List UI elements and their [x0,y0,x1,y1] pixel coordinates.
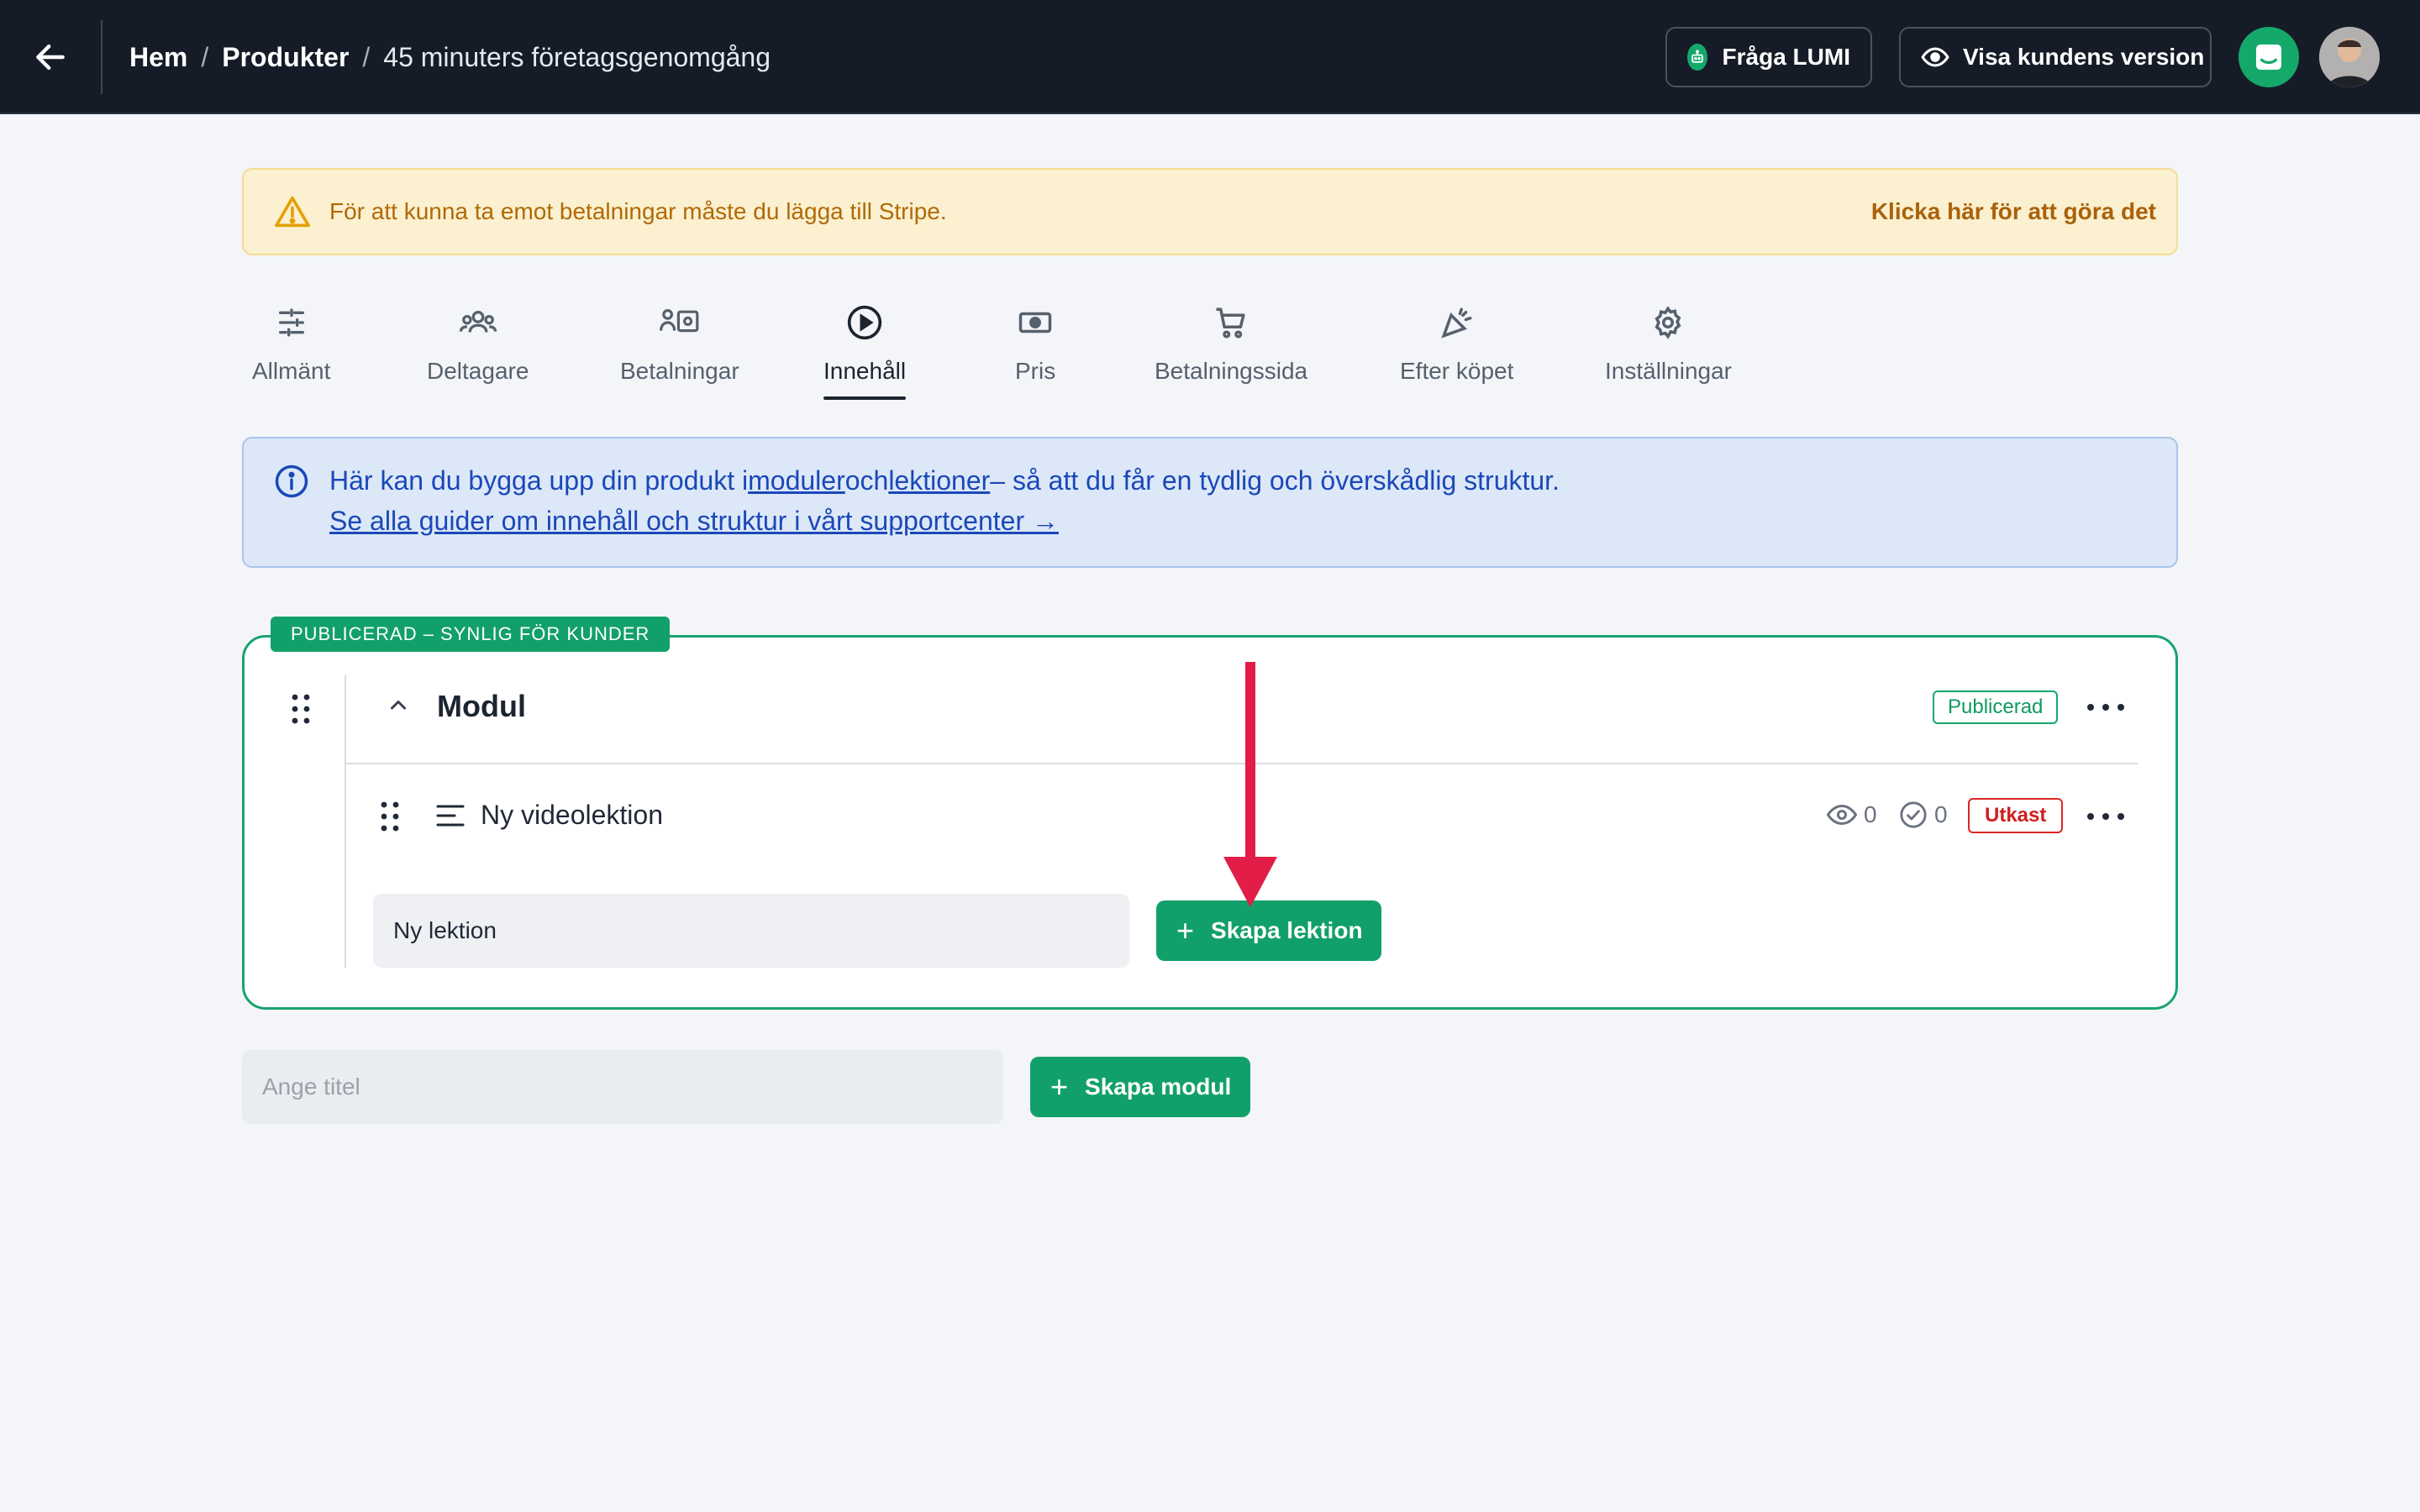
tab-label: Innehåll [823,358,907,384]
info-text-and: och [844,465,889,496]
warning-icon [274,195,311,228]
module-inner-border [345,675,346,968]
module-status-badge: Publicerad [1933,690,2059,724]
banknote-icon [1015,302,1055,343]
lesson-status-badge: Utkast [1968,798,2064,833]
robot-icon [1687,44,1707,71]
stripe-warning-banner: För att kunna ta emot betalningar måste … [242,168,2178,255]
tab-label: Allmänt [252,358,331,384]
module-drag-handle-icon[interactable] [289,692,313,726]
play-circle-icon [844,302,885,343]
eye-icon [1827,804,1857,826]
add-stripe-link[interactable]: Klicka här för att göra det [1871,198,2156,225]
support-guides-link[interactable]: Se alla guider om innehåll och struktur … [329,506,1059,537]
breadcrumb-home[interactable]: Hem [129,42,187,73]
tab-label: Pris [1015,358,1056,384]
customer-preview-label: Visa kundens version [1963,44,2205,70]
check-circle-icon [1900,801,1927,828]
lesson-views-count: 0 [1864,801,1877,827]
users-icon [458,302,498,343]
back-arrow-icon[interactable] [30,37,71,77]
avatar[interactable] [2319,27,2380,87]
tab-label: Inställningar [1605,358,1732,384]
customer-preview-button[interactable]: Visa kundens version [1899,27,2212,87]
tab-label: Deltagare [427,358,529,384]
lesson-completions: 0 [1899,800,1948,830]
info-text: Här kan du bygga upp din produkt imodule… [329,465,1560,496]
sliders-icon [271,302,312,343]
tab-settings[interactable]: Inställningar [1605,299,1732,396]
breadcrumb-products[interactable]: Produkter [222,42,349,73]
gear-icon [1648,302,1688,343]
breadcrumb-separator: / [362,41,371,72]
tab-payments[interactable]: Betalningar [620,299,739,396]
payments-icon [659,302,700,343]
new-module-title-input[interactable] [242,1050,1003,1124]
tab-general[interactable]: Allmänt [252,299,330,396]
tab-price[interactable]: Pris [1015,299,1055,396]
info-text-prefix: Här kan du bygga upp din produkt i [329,465,749,496]
tab-label: Efter köpet [1400,358,1514,384]
create-module-button[interactable]: + Skapa modul [1030,1057,1250,1117]
text-lines-icon [435,803,466,828]
cart-icon [1211,302,1251,343]
lesson-views: 0 [1827,800,1877,830]
annotation-arrow-icon [1223,662,1277,914]
chat-icon[interactable] [2238,27,2299,87]
breadcrumb-current-product: 45 minuters företagsgenomgång [383,41,771,72]
top-bar: Hem / Produkter / 45 minuters företagsge… [0,0,2420,114]
plus-icon: + [1050,1069,1069,1104]
ask-lumi-button[interactable]: Fråga LUMI [1665,27,1872,87]
lessons-link[interactable]: lektioner [888,465,990,496]
info-text-suffix: – så att du får en tydlig och överskådli… [990,465,1560,496]
breadcrumb-separator: / [201,41,209,72]
published-visibility-badge: PUBLICERAD – SYNLIG FÖR KUNDER [271,617,671,652]
tab-after-purchase[interactable]: Efter köpet [1400,299,1513,396]
info-icon [274,464,309,499]
tab-label: Betalningssida [1155,358,1308,384]
breadcrumb: Hem / Produkter / 45 minuters företagsge… [129,37,771,77]
create-lesson-label: Skapa lektion [1211,917,1363,943]
new-lesson-title-input[interactable] [373,894,1129,968]
ask-lumi-label: Fråga LUMI [1722,44,1850,70]
party-icon [1437,302,1477,343]
lesson-more-icon[interactable] [2087,806,2124,827]
plus-icon: + [1176,913,1195,948]
create-module-label: Skapa modul [1085,1074,1232,1100]
tab-participants[interactable]: Deltagare [427,299,529,396]
tab-checkout-page[interactable]: Betalningssida [1155,299,1307,396]
chevron-up-icon[interactable] [383,690,413,721]
modules-link[interactable]: moduler [748,465,845,496]
lesson-drag-handle-icon[interactable] [378,800,402,833]
lesson-title[interactable]: Ny videolektion [481,800,663,831]
tab-label: Betalningar [620,358,739,384]
warning-text: För att kunna ta emot betalningar måste … [329,198,947,224]
lesson-completions-count: 0 [1934,801,1948,827]
module-title[interactable]: Modul [437,689,526,724]
module-more-icon[interactable] [2087,697,2124,717]
eye-icon [1921,42,1949,72]
topbar-divider [101,20,103,94]
content-info-banner: Här kan du bygga upp din produkt imodule… [242,437,2178,568]
tab-content[interactable]: Innehåll [823,299,907,400]
